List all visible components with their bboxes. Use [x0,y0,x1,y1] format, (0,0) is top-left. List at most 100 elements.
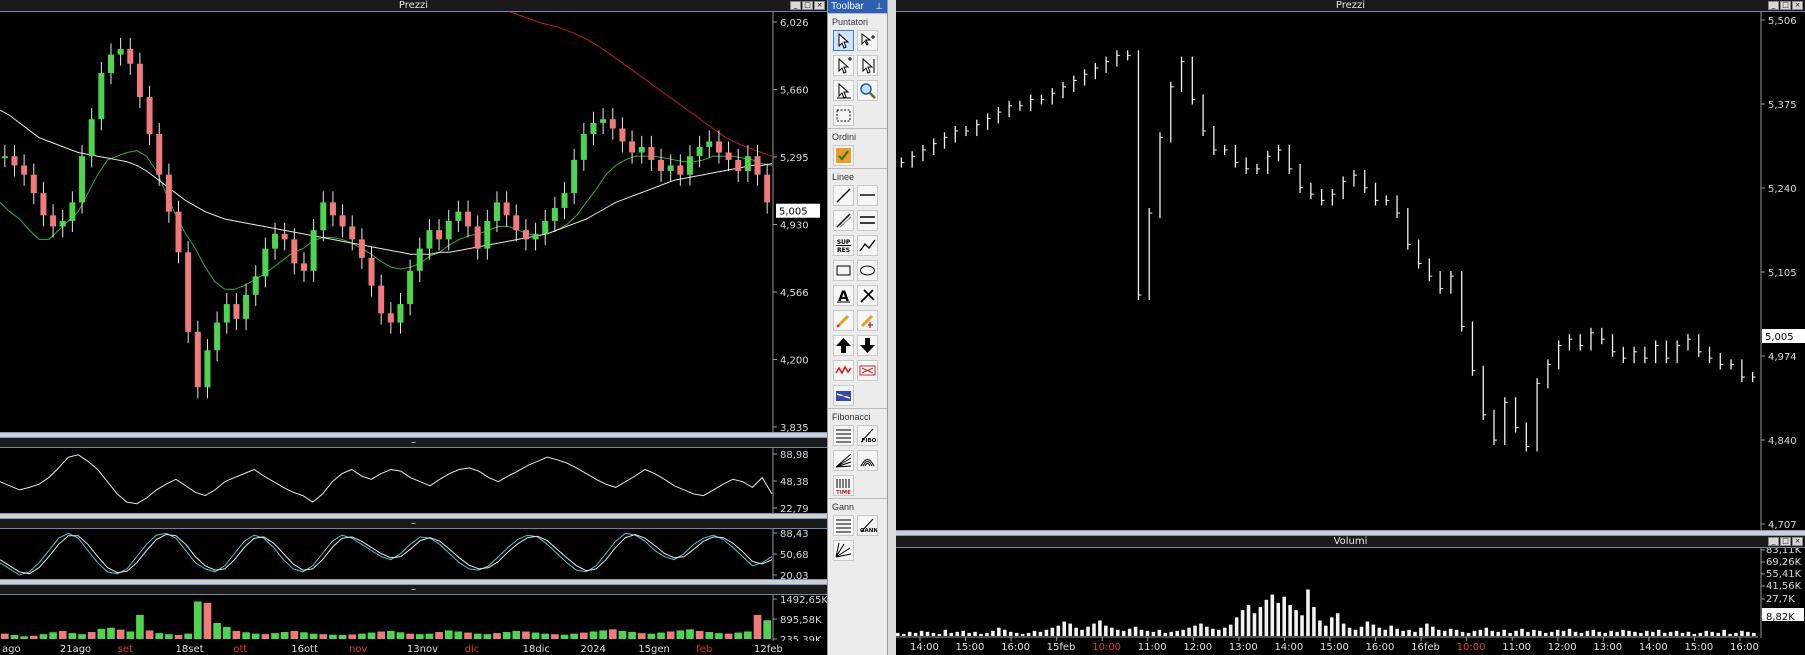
pin-icon[interactable]: ⊥ [875,0,883,13]
zoom-tool-button[interactable] [857,80,878,101]
left-volume-panel[interactable]: – 1492,65K 895,58K 235,39K ago 21ago set 18set… [0,585,827,655]
volume-bar [377,631,385,639]
volume-bar [1603,632,1608,636]
restore-button[interactable]: □ [802,1,813,10]
volume-bar [1300,615,1304,636]
toolbar-section-label: Ordini [828,128,887,143]
restore-button[interactable]: □ [1780,1,1791,10]
left-volume-chart[interactable]: 1492,65K895,58K235,39Kago 21ago set 18set ot… [0,595,827,655]
right-volume-panel[interactable]: Volumi _ □ × 83,11K 69,26K 55,41K 41,56K 27,… [896,536,1805,655]
minimize-button[interactable]: _ [1768,537,1779,546]
candle-body [445,220,452,240]
volume-bar [589,631,598,639]
left-stoch-panel[interactable]: – 88,43 50,68 20,03 [0,519,827,579]
drawing-toolbar: Toolbar ⊥ Puntatori Ordini Linee SUP RES A Fib… [827,0,888,655]
horizontal-line-tool-button[interactable] [857,185,878,206]
gann-levels-tool-button[interactable] [833,515,854,536]
cursor-tool-button[interactable] [833,30,854,51]
candle-body [474,226,481,249]
pen-tool-button[interactable] [857,285,878,306]
close-button[interactable]: × [1792,1,1803,10]
volume-bar [913,632,918,636]
close-button[interactable]: × [814,1,825,10]
left-rsi-panel[interactable]: – 88,98 48,38 22,79 [0,438,827,513]
volume-bar [444,630,453,639]
right-price-titlebar[interactable]: Prezzi _ □ × [896,0,1805,12]
gann-box-tool-button[interactable]: GANN [857,515,878,536]
fibo-time-tool-button[interactable]: TIME [833,475,854,496]
rectangle-tool-button[interactable] [833,260,854,281]
left-price-chart[interactable]: 6,026 5,660 5,295 4,930 4,566 4,200 3,835 5,005 [0,12,827,432]
volume-bar [1413,631,1417,636]
volume-bar [454,631,463,639]
right-price-panel[interactable]: Prezzi _ □ × 5,506 5,375 5,240 5,105 4,974 4,… [896,0,1805,530]
fibo-fan-tool-button[interactable] [833,450,854,471]
candle-body [291,239,298,264]
intraday-volume-chart[interactable]: 83,11K69,26K55,41K41,56K 27,7K 8,82K 14:00 1… [896,548,1805,655]
left-price-titlebar[interactable]: Prezzi _ □ × [0,0,827,12]
arrow-down-tool-button[interactable] [857,335,878,356]
volume-bar [155,633,164,639]
polyline-icon [859,239,876,252]
volume-bar [1038,631,1043,636]
minimize-button[interactable]: _ [1768,1,1779,10]
candle-body [426,230,433,249]
alert-tool-button[interactable] [857,360,878,381]
channel-tool-button[interactable] [857,210,878,231]
support-resistance-tool-button[interactable]: SUP RES [833,235,854,256]
volume-bar [1502,629,1506,636]
text-tool-button[interactable]: A [833,285,854,306]
polyline-tool-button[interactable] [857,235,878,256]
left-price-panel[interactable]: Prezzi _ □ × 6,026 5,660 5,295 4,930 4,566 4,… [0,0,827,432]
diagonal-line-tool-button[interactable] [833,210,854,231]
rsi-chart[interactable]: 88,98 48,38 22,79 [0,448,827,513]
ellipse-tool-button[interactable] [857,260,878,281]
toolbar-header[interactable]: Toolbar ⊥ [828,0,887,13]
cursor-plus-tool-button[interactable] [833,55,854,76]
wave-tool-button[interactable] [833,360,854,381]
candle-body [600,119,607,123]
close-button[interactable]: × [1792,537,1803,546]
pencil-tool-button[interactable] [833,310,854,331]
fibo-arc-tool-button[interactable] [857,450,878,471]
volume-bar [1514,630,1518,636]
eraser-tool-button[interactable] [857,310,878,331]
fibo-retracement-tool-button[interactable] [833,425,854,446]
volume-bar [1044,629,1049,636]
cursor-crosshair-tool-button[interactable] [857,30,878,51]
left-rsi-titlebar[interactable]: – [0,438,827,448]
volume-bar [896,632,900,636]
right-volume-window-buttons: _ □ × [1768,537,1803,546]
left-stoch-titlebar[interactable]: – [0,519,827,529]
trendline-tool-button[interactable] [833,185,854,206]
stoch-title: – [411,518,416,529]
gann-fan-tool-button[interactable] [833,540,854,561]
stochastic-chart[interactable]: 88,43 50,68 20,03 [0,529,827,579]
y-tick-label: 4,566 [780,288,809,299]
intraday-price-chart[interactable]: 5,506 5,375 5,240 5,105 4,974 4,840 4,707 5,005 [896,12,1805,530]
volume-bar [715,633,723,639]
cursor-line-icon [862,57,875,74]
volume-bar [1484,627,1489,636]
cursor-move-tool-button[interactable] [833,80,854,101]
horizontal-line-icon [860,194,875,196]
x-axis-label: 18dic [523,644,550,655]
volume-bar [1383,629,1388,636]
candle-body [300,263,307,271]
volume-bar [1110,627,1114,636]
minimize-button[interactable]: _ [790,1,801,10]
arrow-up-tool-button[interactable] [833,335,854,356]
fibo-label-tool-button[interactable]: FIBO [857,425,878,446]
candle-body [349,226,356,240]
volume-bar [251,633,260,639]
volume-bar [1597,631,1602,636]
order-tool-button[interactable] [833,145,854,166]
volume-bar [541,633,550,639]
flag-tool-button[interactable] [833,385,854,406]
left-volume-titlebar[interactable]: – [0,585,827,595]
volume-bar [1335,613,1340,636]
restore-button[interactable]: □ [1780,537,1791,546]
cursor-line-tool-button[interactable] [857,55,878,76]
select-area-tool-button[interactable] [833,105,854,126]
right-volume-titlebar[interactable]: Volumi _ □ × [896,536,1805,548]
